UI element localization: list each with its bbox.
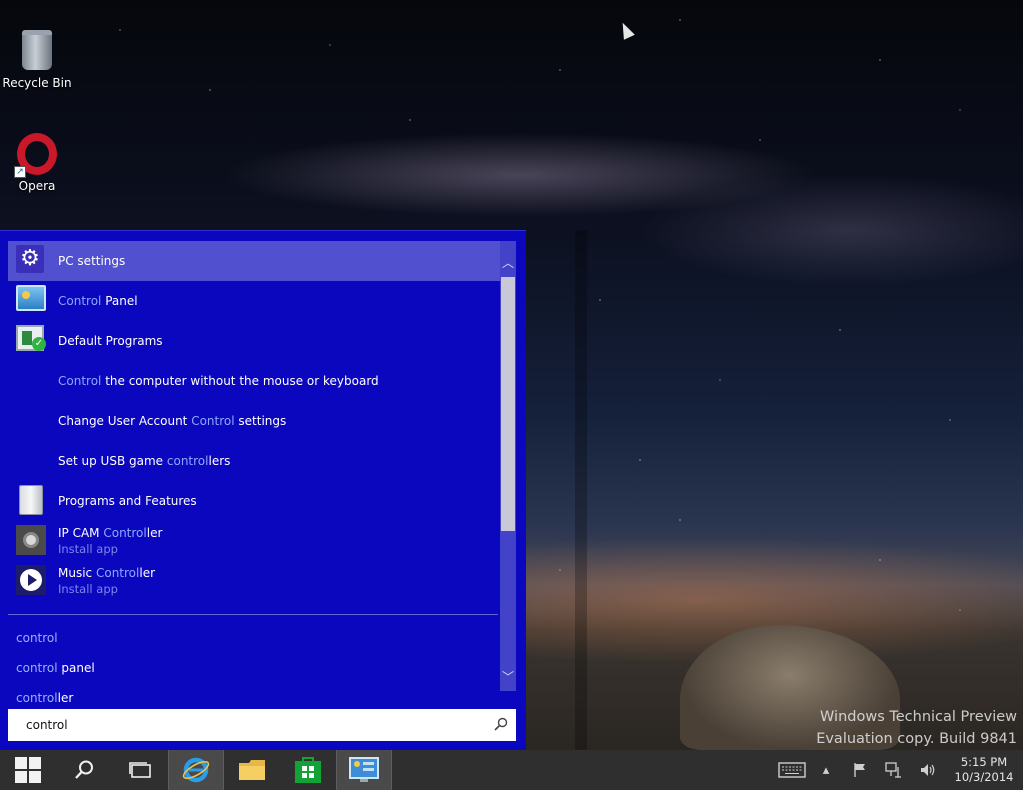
- result-label-rest: the computer without the mouse or keyboa…: [101, 374, 379, 388]
- task-view-button[interactable]: [112, 750, 168, 790]
- start-menu: ⚙ PC settings Control Panel ✓ Default Pr…: [0, 230, 526, 750]
- result-label: IP CAM Controller: [58, 526, 162, 540]
- internet-explorer-icon: [182, 757, 210, 783]
- taskbar-store[interactable]: [280, 750, 336, 790]
- chevron-up-icon[interactable]: ︿: [500, 253, 516, 273]
- match-highlight: control: [16, 631, 58, 645]
- taskbar-clock[interactable]: 5:15 PM 10/3/2014: [945, 755, 1023, 785]
- taskbar-internet-explorer[interactable]: [168, 750, 224, 790]
- result-label-rest: settings: [234, 414, 287, 428]
- watermark-line: Evaluation copy. Build 9841: [816, 731, 1017, 747]
- default-programs-icon: ✓: [16, 325, 46, 351]
- result-label: Default Programs: [58, 334, 163, 348]
- store-icon: [295, 757, 321, 783]
- result-label: PC settings: [58, 254, 126, 268]
- match-highlight: control: [166, 454, 209, 468]
- taskbar: ▴ 5:15 PM 10/3/2014: [0, 750, 1023, 790]
- result-label: Programs and Features: [58, 494, 197, 508]
- check-icon: ✓: [32, 337, 46, 351]
- search-icon: [75, 760, 93, 779]
- result-label-pre: Set up USB game: [58, 454, 167, 468]
- shortcut-arrow-icon: ↗: [14, 166, 26, 178]
- network-icon[interactable]: [877, 750, 911, 790]
- result-ip-cam-controller[interactable]: IP CAM Controller Install app: [8, 521, 500, 561]
- match-highlight: control: [16, 691, 58, 705]
- result-label-rest: Panel: [101, 294, 138, 308]
- windows-logo-icon: [15, 757, 41, 783]
- control-panel-icon: [349, 757, 379, 782]
- taskbar-control-panel[interactable]: [336, 750, 392, 790]
- folder-icon: [239, 760, 265, 780]
- result-label-rest: ler: [146, 526, 163, 540]
- programs-features-icon: [19, 485, 43, 515]
- result-control-panel[interactable]: Control Panel: [8, 281, 500, 321]
- search-button[interactable]: [56, 750, 112, 790]
- clock-time: 5:15 PM: [960, 755, 1008, 769]
- match-highlight: Control: [191, 414, 235, 428]
- result-label: Music Controller: [58, 566, 155, 580]
- clock-date: 10/3/2014: [954, 770, 1014, 784]
- volume-icon[interactable]: [911, 750, 945, 790]
- touch-keyboard-icon[interactable]: [775, 750, 809, 790]
- result-label-pre: Change User Account: [58, 414, 192, 428]
- result-pc-settings[interactable]: ⚙ PC settings: [8, 241, 500, 281]
- start-button[interactable]: [0, 750, 56, 790]
- watermark-line: Windows Technical Preview: [820, 709, 1017, 725]
- result-label: Change User Account Control settings: [58, 414, 286, 428]
- gear-icon: ⚙: [16, 245, 44, 273]
- search-suggestions: control control panel controller: [16, 623, 496, 707]
- result-label: Control Panel: [58, 294, 138, 308]
- result-programs-and-features[interactable]: Programs and Features: [8, 481, 500, 521]
- result-music-controller[interactable]: Music Controller Install app: [8, 561, 500, 601]
- search-icon[interactable]: [494, 717, 508, 731]
- webcam-icon: [16, 525, 46, 555]
- music-play-icon: [16, 565, 46, 595]
- result-label-pre: IP CAM: [58, 526, 104, 540]
- suggestion-rest: ler: [57, 691, 74, 705]
- show-hidden-icons-chevron-up-icon[interactable]: ▴: [809, 750, 843, 790]
- results-scrollbar[interactable]: ︿ ﹀: [500, 241, 516, 691]
- match-highlight: Control: [103, 526, 147, 540]
- result-default-programs[interactable]: ✓ Default Programs: [8, 321, 500, 361]
- system-tray: ▴ 5:15 PM 10/3/2014: [775, 750, 1023, 790]
- result-sublabel: Install app: [58, 582, 118, 596]
- scrollbar-thumb[interactable]: [501, 277, 515, 531]
- result-label-rest: ler: [139, 566, 156, 580]
- desktop-icon-label: Opera: [18, 179, 56, 193]
- search-input[interactable]: [26, 718, 466, 732]
- desktop-icon-recycle-bin[interactable]: Recycle Bin: [0, 28, 74, 90]
- desktop-icon-label: Recycle Bin: [2, 76, 72, 90]
- suggestion-item[interactable]: control: [16, 623, 496, 653]
- result-sublabel: Install app: [58, 542, 118, 556]
- result-label: Set up USB game controllers: [58, 454, 230, 468]
- taskbar-file-explorer[interactable]: [224, 750, 280, 790]
- search-results-list: ⚙ PC settings Control Panel ✓ Default Pr…: [8, 241, 500, 601]
- suggestion-item[interactable]: controller: [16, 683, 496, 707]
- search-box[interactable]: [8, 709, 516, 741]
- action-center-flag-icon[interactable]: [843, 750, 877, 790]
- result-label: Control the computer without the mouse o…: [58, 374, 379, 388]
- result-label-pre: Music: [58, 566, 96, 580]
- result-label-rest: lers: [208, 454, 231, 468]
- result-usb-game-controllers[interactable]: Set up USB game controllers: [8, 441, 500, 481]
- suggestion-item[interactable]: control panel: [16, 653, 496, 683]
- task-view-icon: [129, 762, 151, 778]
- desktop-icon-opera[interactable]: Opera: [0, 133, 74, 193]
- results-divider: [8, 614, 498, 615]
- match-highlight: Control: [58, 374, 102, 388]
- wallpaper-shadow-band: [575, 230, 587, 750]
- match-highlight: Control: [58, 294, 102, 308]
- chevron-down-icon[interactable]: ﹀: [500, 667, 516, 687]
- suggestion-rest: panel: [57, 661, 95, 675]
- result-uac-settings[interactable]: Change User Account Control settings: [8, 401, 500, 441]
- match-highlight: Control: [95, 566, 140, 580]
- build-watermark: Windows Technical Preview Evaluation cop…: [816, 706, 1017, 750]
- control-panel-icon: [16, 285, 46, 311]
- recycle-bin-icon: [17, 30, 57, 74]
- result-ease-of-access-control[interactable]: Control the computer without the mouse o…: [8, 361, 500, 401]
- match-highlight: control: [16, 661, 58, 675]
